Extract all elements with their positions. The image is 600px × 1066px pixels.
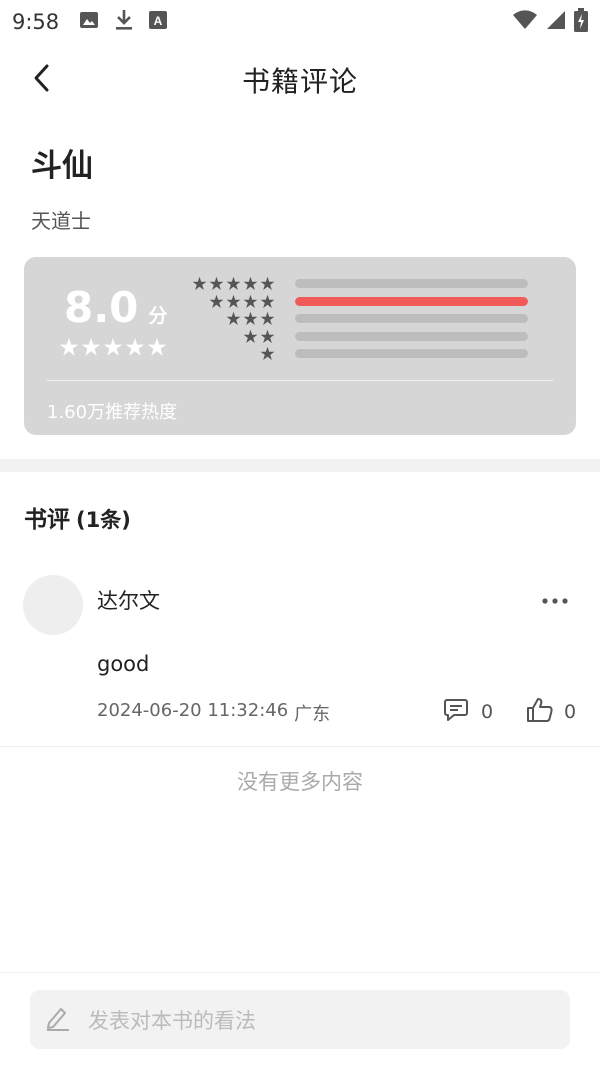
reviewer-name[interactable]: 达尔文 [97, 585, 160, 615]
page-title: 书籍评论 [241, 65, 358, 98]
comment-placeholder: 发表对本书的看法 [88, 1008, 256, 1033]
star-icon [81, 338, 101, 356]
avatar[interactable] [23, 575, 83, 635]
back-button[interactable] [22, 60, 62, 100]
svg-text:A: A [154, 14, 163, 28]
status-system [512, 8, 588, 36]
star-icon [192, 277, 207, 291]
book-author: 天道士 [31, 209, 91, 233]
star-icon [226, 312, 241, 326]
distribution-bar [295, 296, 528, 306]
card-divider [47, 380, 553, 381]
rating-score: 8.0 [64, 283, 139, 332]
rating-distribution [190, 275, 528, 363]
status-notifications: A [79, 9, 168, 35]
distribution-row [190, 310, 528, 328]
review-text: good [97, 652, 150, 676]
rating-card: 8.0 分 1.60万推荐热度 [24, 257, 576, 435]
star-icon [260, 329, 275, 343]
app-header: 书籍评论 [0, 44, 600, 116]
more-dots-icon [542, 589, 568, 608]
battery-charging-icon [574, 8, 588, 36]
distribution-row [190, 275, 528, 293]
download-icon [115, 9, 133, 35]
no-more-content: 没有更多内容 [237, 770, 363, 794]
star-icon [209, 294, 224, 308]
star-icon [125, 338, 145, 356]
distribution-stars [190, 294, 275, 309]
star-icon [260, 277, 275, 291]
star-icon [243, 329, 258, 343]
like-button[interactable]: 0 [526, 697, 576, 727]
distribution-row [190, 328, 528, 346]
section-separator [0, 459, 600, 472]
score-display: 8.0 分 [64, 283, 167, 332]
status-bar: 9:58 A [0, 0, 600, 44]
review-divider [0, 746, 600, 747]
signal-icon [546, 10, 566, 34]
more-options-button[interactable] [538, 586, 572, 610]
comment-input[interactable]: 发表对本书的看法 [30, 990, 570, 1049]
text-a-icon: A [149, 11, 168, 33]
distribution-stars [190, 329, 275, 344]
star-icon [226, 294, 241, 308]
rating-unit: 分 [148, 305, 168, 327]
distribution-bar-fill [295, 296, 528, 306]
star-icon [243, 294, 258, 308]
comment-icon [443, 697, 469, 727]
reviews-title: 书评 [24, 507, 70, 533]
star-icon [260, 294, 275, 308]
distribution-bar [295, 279, 528, 289]
distribution-row [190, 345, 528, 363]
rating-stars [59, 337, 167, 357]
distribution-bar [295, 349, 528, 359]
bottom-divider [0, 972, 600, 973]
review-datetime: 2024-06-20 11:32:46 [97, 700, 289, 721]
reply-button[interactable]: 0 [443, 697, 493, 727]
star-icon [209, 277, 224, 291]
reviews-count: (1条) [76, 508, 131, 532]
star-icon [103, 338, 123, 356]
review-meta: 2024-06-20 11:32:46 广东 [97, 700, 330, 726]
review-location: 广东 [294, 704, 331, 725]
reply-count: 0 [481, 701, 494, 723]
pencil-icon [44, 1005, 72, 1035]
distribution-stars [190, 311, 275, 326]
book-title: 斗仙 [31, 148, 93, 184]
wifi-icon [512, 10, 538, 34]
star-icon [243, 312, 258, 326]
reviews-heading: 书评 (1条) [24, 500, 131, 534]
star-icon [59, 338, 79, 356]
status-time: 9:58 [12, 10, 60, 34]
thumbs-up-icon [526, 697, 554, 727]
image-icon [79, 10, 99, 34]
star-icon [260, 312, 275, 326]
star-icon [260, 347, 275, 361]
recommend-heat: 1.60万推荐热度 [47, 402, 178, 423]
star-icon [147, 338, 167, 356]
distribution-bar [295, 331, 528, 341]
distribution-stars [190, 346, 275, 361]
chevron-left-icon [32, 63, 52, 97]
distribution-row [190, 293, 528, 311]
like-count: 0 [564, 701, 577, 723]
distribution-bar [295, 314, 528, 324]
distribution-stars [190, 276, 275, 291]
star-icon [243, 277, 258, 291]
star-icon [226, 277, 241, 291]
